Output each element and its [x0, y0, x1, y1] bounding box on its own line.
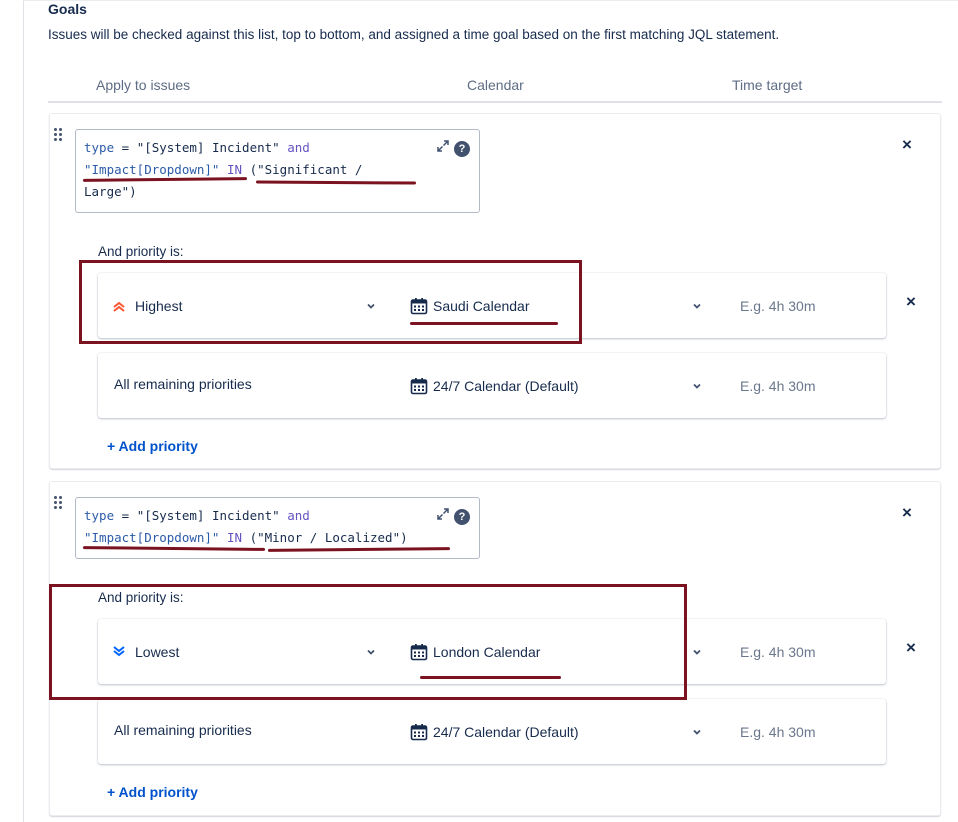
jql-field: "Impact[Dropdown]" [84, 162, 220, 177]
jql-and: and [279, 508, 310, 523]
section-title: Goals [48, 1, 87, 17]
jql-operator: = [114, 140, 137, 155]
jql-value-impact: ("Significant / [249, 162, 363, 177]
jql-value-incident: "[System] Incident" [136, 508, 280, 523]
jql-value-impact: ("Minor / Localized") [249, 530, 408, 545]
calendar-icon [410, 723, 428, 740]
priority-row-remaining: All remaining priorities 24/7 Calendar (… [98, 353, 886, 418]
jql-operator: = [114, 508, 137, 523]
calendar-value: 24/7 Calendar (Default) [433, 377, 579, 394]
priority-row-remaining: All remaining priorities 24/7 Calendar (… [98, 699, 886, 764]
header-divider [48, 101, 942, 103]
time-target-input[interactable]: E.g. 4h 30m [740, 699, 816, 764]
jql-and: and [279, 140, 310, 155]
jql-field: "Impact[Dropdown]" [84, 530, 220, 545]
top-border [23, 0, 958, 1]
chevron-down-icon[interactable] [691, 353, 703, 418]
jql-value-impact-end: Large") [84, 184, 137, 199]
add-priority-link[interactable]: + Add priority [107, 784, 198, 800]
time-target-input[interactable]: E.g. 4h 30m [740, 273, 816, 338]
chevron-down-icon[interactable] [691, 699, 703, 764]
section-description: Issues will be checked against this list… [48, 27, 780, 42]
annotation-box-lowest [49, 584, 687, 700]
expand-icon[interactable] [436, 507, 450, 521]
jql-keyword-type: type [84, 140, 115, 155]
help-icon[interactable]: ? [454, 141, 470, 157]
jql-in: IN [219, 530, 250, 545]
add-priority-link[interactable]: + Add priority [107, 438, 198, 454]
remove-goal-icon[interactable]: × [902, 504, 912, 521]
jql-keyword-type: type [84, 508, 115, 523]
calendar-icon [410, 377, 428, 394]
chevron-down-icon[interactable] [691, 273, 703, 338]
priority-remaining-label: All remaining priorities [114, 722, 252, 738]
annotation-underline [410, 322, 558, 325]
annotation-underline [420, 676, 561, 679]
remove-goal-icon[interactable]: × [902, 136, 912, 153]
jql-in: IN [219, 162, 250, 177]
help-icon[interactable]: ? [454, 509, 470, 525]
column-header-calendar: Calendar [467, 77, 524, 93]
remove-priority-icon[interactable]: × [906, 639, 916, 656]
calendar-select[interactable]: 24/7 Calendar (Default) [410, 699, 579, 764]
column-header-time: Time target [732, 77, 803, 93]
drag-handle-icon[interactable] [54, 128, 66, 144]
jql-value-incident: "[System] Incident" [136, 140, 280, 155]
annotation-box-highest [79, 260, 582, 344]
left-border [23, 0, 24, 822]
remove-priority-icon[interactable]: × [906, 293, 916, 310]
time-target-input[interactable]: E.g. 4h 30m [740, 619, 816, 684]
calendar-value: 24/7 Calendar (Default) [433, 723, 579, 740]
column-header-apply: Apply to issues [96, 77, 191, 93]
jql-editor[interactable]: type = "[System] Incident" and "Impact[D… [75, 129, 480, 213]
calendar-select[interactable]: 24/7 Calendar (Default) [410, 353, 579, 418]
chevron-down-icon[interactable] [691, 619, 703, 684]
expand-icon[interactable] [436, 139, 450, 153]
drag-handle-icon[interactable] [54, 496, 66, 512]
priority-remaining-label: All remaining priorities [114, 376, 252, 392]
time-target-input[interactable]: E.g. 4h 30m [740, 353, 816, 418]
priority-label: And priority is: [98, 244, 184, 259]
